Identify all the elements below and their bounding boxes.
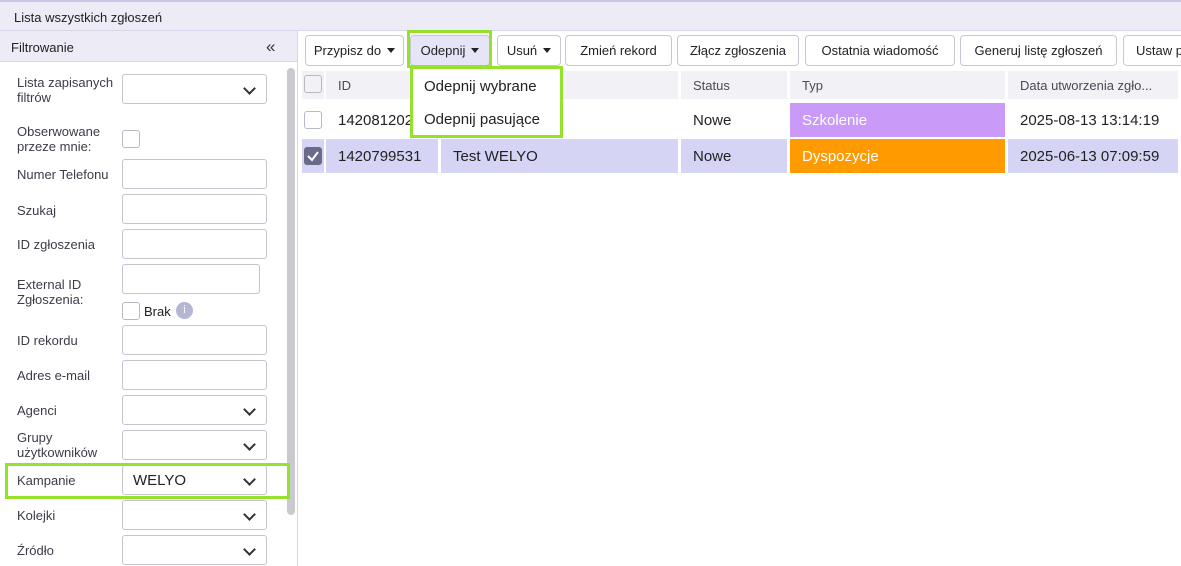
row-status-cell: Nowe (693, 112, 732, 129)
collapse-sidebar-icon[interactable]: « (266, 37, 275, 57)
unpin-dropdown-menu: Odepnij wybrane Odepnij pasujące (410, 66, 563, 138)
sidebar-title: Filtrowanie (11, 40, 74, 55)
sidebar-scrollbar[interactable] (287, 68, 295, 515)
record-id-label: ID rekordu (17, 333, 78, 348)
watched-checkbox[interactable] (122, 130, 140, 148)
external-id-missing-checkbox[interactable] (122, 302, 140, 320)
sidebar-header: Filtrowanie « (0, 31, 297, 62)
queues-label: Kolejki (17, 508, 56, 523)
chevron-down-icon (543, 48, 552, 53)
search-input[interactable] (122, 194, 267, 224)
checkmark-icon (307, 151, 319, 162)
agents-label: Agenci (17, 403, 57, 418)
external-id-label: External ID Zgłoszenia: (17, 277, 84, 307)
search-label: Szukaj (17, 203, 57, 218)
chevron-down-icon (471, 48, 480, 53)
unpin-selected-item[interactable]: Odepnij wybrane (424, 78, 537, 95)
assign-button[interactable]: Przypisz do (305, 35, 404, 66)
header-select-all-cell (302, 71, 324, 99)
campaigns-value: WELYO (133, 472, 187, 489)
window-title: Lista wszystkich zgłoszeń (14, 10, 163, 25)
row-status-cell: Nowe (681, 139, 787, 173)
ticket-id-label: ID zgłoszenia (17, 237, 96, 252)
row-checkbox-checked[interactable] (304, 147, 322, 165)
unpin-button[interactable]: Odepnij (410, 35, 490, 66)
phone-label: Numer Telefonu (17, 167, 109, 182)
saved-filters-label: Lista zapisanych filtrów (17, 75, 114, 105)
change-record-button[interactable]: Zmień rekord (565, 35, 672, 66)
window-title-bar: Lista wszystkich zgłoszeń (0, 0, 1181, 31)
ticket-id-input[interactable] (122, 229, 267, 259)
column-header-type[interactable]: Typ (790, 71, 1005, 99)
column-header-created[interactable]: Data utworzenia zgło... (1008, 71, 1178, 99)
email-input[interactable] (122, 360, 267, 390)
watched-label: Obserwowane przeze mnie: (17, 124, 101, 154)
row-type-badge: Szkolenie (790, 103, 1005, 137)
info-icon[interactable]: i (176, 302, 193, 319)
generate-list-button[interactable]: Generuj listę zgłoszeń (960, 35, 1117, 66)
email-label: Adres e-mail (17, 368, 90, 383)
phone-input[interactable] (122, 159, 267, 189)
user-groups-select[interactable] (122, 430, 267, 460)
source-select[interactable] (122, 535, 267, 565)
delete-button[interactable]: Usuń (497, 35, 561, 66)
source-label: Źródło (17, 543, 54, 558)
campaigns-select[interactable]: WELYO (122, 465, 267, 495)
set-button[interactable]: Ustaw p (1123, 35, 1181, 66)
record-id-input[interactable] (122, 325, 267, 355)
select-all-checkbox[interactable] (304, 75, 322, 93)
external-id-input[interactable] (122, 264, 260, 294)
saved-filters-select[interactable] (122, 74, 267, 104)
campaigns-label: Kampanie (17, 473, 76, 488)
user-groups-label: Grupy użytkowników (17, 430, 98, 460)
row-created-cell: 2025-06-13 07:09:59 (1008, 139, 1178, 173)
chevron-down-icon (387, 48, 396, 53)
last-message-button[interactable]: Ostatnia wiadomość (805, 35, 955, 66)
row-created-cell: 2025-08-13 13:14:19 (1020, 112, 1160, 129)
row-checkbox[interactable] (304, 111, 322, 129)
external-id-missing-label: Brak (144, 304, 171, 319)
queues-select[interactable] (122, 500, 267, 530)
row-id-cell: 1420799531 (326, 139, 438, 173)
row-type-badge: Dyspozycje (790, 139, 1005, 173)
unpin-matching-item[interactable]: Odepnij pasujące (424, 111, 540, 128)
merge-tickets-button[interactable]: Złącz zgłoszenia (677, 35, 799, 66)
column-header-status[interactable]: Status (681, 71, 787, 99)
row-title-cell: Test WELYO (441, 139, 678, 173)
agents-select[interactable] (122, 395, 267, 425)
